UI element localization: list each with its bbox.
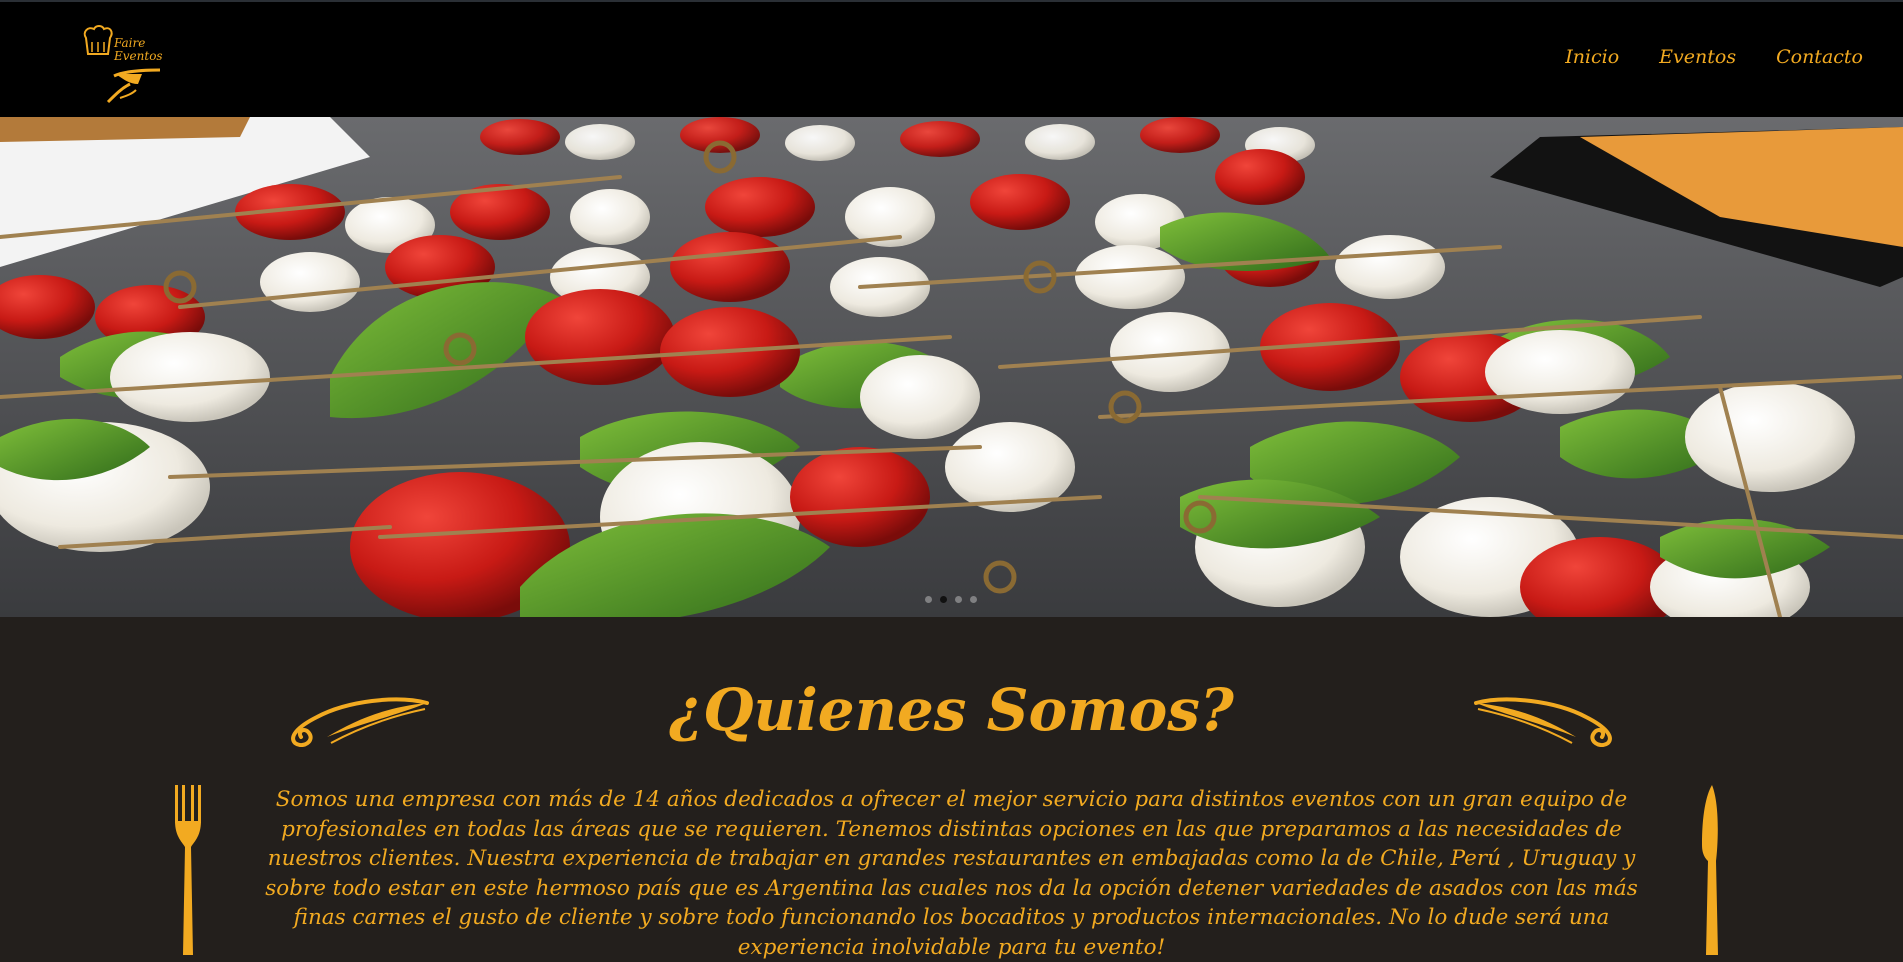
fork-icon <box>173 785 203 955</box>
carousel-dot[interactable] <box>970 596 977 603</box>
about-section: ¿Quienes Somos? Somos una empresa con má… <box>0 617 1903 960</box>
flourish-right-icon <box>1471 697 1616 747</box>
carousel-indicators <box>925 596 977 603</box>
nav-link-contacto[interactable]: Contacto <box>1776 46 1863 68</box>
about-paragraph: Somos una empresa con más de 14 años ded… <box>265 787 1638 960</box>
logo-text: Eventos <box>114 49 163 63</box>
section-title: ¿Quienes Somos? <box>669 676 1234 744</box>
carousel-dot-active[interactable] <box>940 596 947 603</box>
logo-text: Faire <box>114 36 146 50</box>
site-header: Faire Eventos Inicio Eventos Contacto <box>0 0 1903 117</box>
main-nav: Inicio Eventos Contacto <box>1565 46 1863 68</box>
hero-carousel[interactable] <box>0 117 1903 617</box>
site-logo[interactable]: Faire Eventos <box>80 24 170 104</box>
nav-link-eventos[interactable]: Eventos <box>1659 46 1736 68</box>
carousel-dot[interactable] <box>955 596 962 603</box>
knife-icon <box>1698 785 1723 955</box>
carousel-dot[interactable] <box>925 596 932 603</box>
nav-link-inicio[interactable]: Inicio <box>1565 46 1619 68</box>
hero-image <box>0 117 1903 617</box>
